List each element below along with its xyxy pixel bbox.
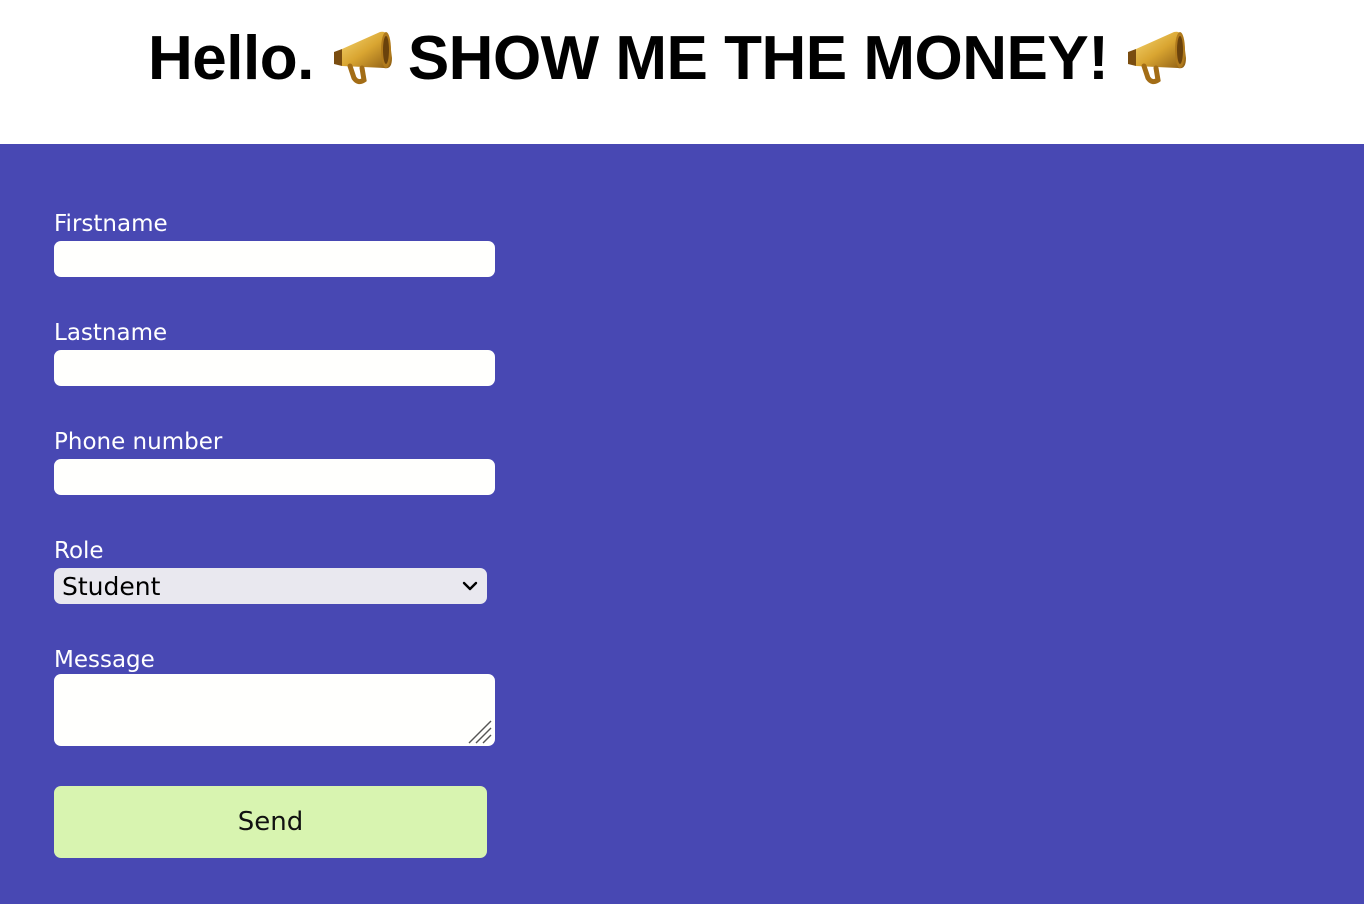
slogan-text: SHOW ME THE MONEY! (407, 23, 1109, 93)
contact-form-panel: Firstname Lastname Phone number Role Stu… (0, 144, 1364, 904)
role-selected-value: Student (62, 571, 161, 601)
greeting-text: Hello. (148, 23, 314, 93)
lastname-input[interactable] (54, 350, 495, 386)
send-button[interactable]: Send (54, 786, 487, 858)
lastname-label: Lastname (54, 320, 168, 346)
chevron-down-icon (461, 577, 479, 595)
phone-number-input[interactable] (54, 459, 495, 495)
message-label: Message (54, 647, 155, 673)
resize-handle-icon[interactable] (467, 719, 493, 745)
message-textarea[interactable] (54, 674, 495, 746)
role-label: Role (54, 538, 104, 564)
firstname-label: Firstname (54, 211, 168, 237)
megaphone-icon (1122, 28, 1188, 88)
role-select[interactable]: Student (54, 568, 487, 604)
firstname-input[interactable] (54, 241, 495, 277)
page-header: Hello. SHOW ME THE MONEY! (0, 0, 1364, 144)
megaphone-icon (328, 28, 394, 88)
phone-number-label: Phone number (54, 429, 223, 455)
page-title: Hello. SHOW ME THE MONEY! (148, 22, 1188, 94)
